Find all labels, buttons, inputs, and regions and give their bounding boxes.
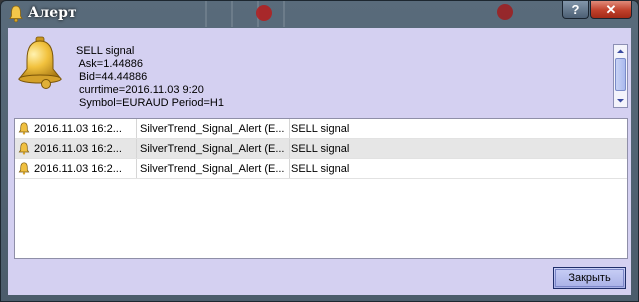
column-divider [289,119,290,139]
row-divider [15,178,627,179]
background-chart-glimpse [181,1,301,27]
scroll-up-arrow-icon[interactable] [614,45,627,58]
alert-time: 2016.11.03 16:2... [34,123,122,135]
column-divider [289,159,290,179]
alert-message: SELL signal [291,163,350,175]
bell-icon [17,36,63,89]
column-divider [136,159,137,179]
alert-source: SilverTrend_Signal_Alert (E... [140,143,285,155]
alert-source: SilverTrend_Signal_Alert (E... [140,123,285,135]
alert-time: 2016.11.03 16:2... [34,143,122,155]
message-scrollbar[interactable] [613,44,628,108]
background-chart-marker [256,5,272,21]
bell-icon [18,122,30,135]
close-button[interactable]: Закрыть [553,267,626,289]
column-divider [289,139,290,159]
help-button[interactable]: ? [562,1,589,19]
alert-row-selected[interactable]: 2016.11.03 16:2... SilverTrend_Signal_Al… [15,139,627,159]
alert-message: SELL signal [291,143,350,155]
alert-time: 2016.11.03 16:2... [34,163,122,175]
window-title: Алерт [28,5,77,21]
bell-icon [9,5,23,23]
title-bar[interactable]: Алерт ? ✕ [1,1,638,27]
bell-icon [18,142,30,155]
alert-window: Алерт ? ✕ SELL signal Ask=1.44886 Bid=44… [0,0,639,302]
alerts-list[interactable]: 2016.11.03 16:2... SilverTrend_Signal_Al… [14,118,628,259]
bell-icon [18,162,30,175]
scroll-down-arrow-icon[interactable] [614,94,627,107]
scrollbar-thumb[interactable] [615,58,626,91]
background-chart-marker [497,4,513,20]
column-divider [136,119,137,139]
window-close-button[interactable]: ✕ [590,1,632,19]
dialog-body: SELL signal Ask=1.44886 Bid=44.44886 cur… [8,28,631,295]
alert-row[interactable]: 2016.11.03 16:2... SilverTrend_Signal_Al… [15,119,627,139]
alert-row[interactable]: 2016.11.03 16:2... SilverTrend_Signal_Al… [15,159,627,179]
column-divider [136,139,137,159]
alert-message: SELL signal [291,123,350,135]
alert-message-text: SELL signal Ask=1.44886 Bid=44.44886 cur… [76,45,224,109]
alert-source: SilverTrend_Signal_Alert (E... [140,163,285,175]
